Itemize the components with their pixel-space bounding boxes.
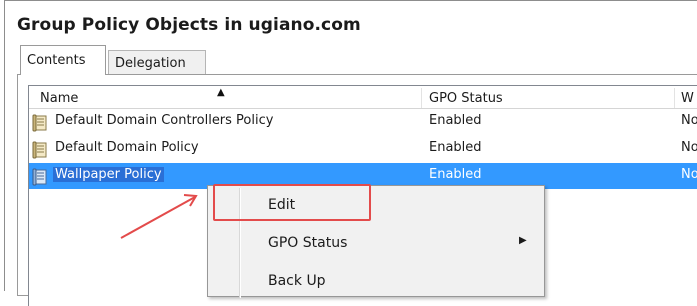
gpo-status: Enabled xyxy=(429,113,482,128)
context-menu: Edit GPO Status ▶ Back Up xyxy=(207,185,545,298)
column-divider[interactable] xyxy=(674,88,675,108)
gpo-status: Enabled xyxy=(429,140,482,155)
gpo-scroll-icon xyxy=(32,168,47,186)
list-header: Name ▲ GPO Status W xyxy=(29,86,697,109)
column-header-wmi[interactable]: W xyxy=(681,86,694,108)
gpo-status: Enabled xyxy=(429,167,482,182)
table-row[interactable]: Default Domain Policy Enabled No xyxy=(29,136,697,162)
gpo-name: Default Domain Controllers Policy xyxy=(55,113,274,128)
tab-contents[interactable]: Contents xyxy=(20,45,106,75)
submenu-arrow-icon: ▶ xyxy=(519,235,527,246)
menu-item-label: GPO Status xyxy=(268,235,348,251)
gpo-name: Default Domain Policy xyxy=(55,140,199,155)
column-header-name[interactable]: Name xyxy=(40,86,78,108)
gpo-scroll-icon xyxy=(32,114,47,132)
column-header-gpo-status[interactable]: GPO Status xyxy=(429,86,503,108)
gpo-wmi-filter: No xyxy=(681,113,697,128)
gpo-scroll-icon xyxy=(32,141,47,159)
menu-item-back-up[interactable]: Back Up xyxy=(210,264,540,296)
table-row[interactable]: Default Domain Controllers Policy Enable… xyxy=(29,109,697,135)
gpo-wmi-filter: No xyxy=(681,167,697,182)
column-divider[interactable] xyxy=(421,88,422,108)
menu-item-label: Back Up xyxy=(268,273,326,289)
sort-ascending-icon: ▲ xyxy=(217,87,225,98)
menu-item-gpo-status[interactable]: GPO Status ▶ xyxy=(210,226,540,258)
window-title: Group Policy Objects in ugiano.com xyxy=(17,15,361,35)
tab-delegation[interactable]: Delegation xyxy=(108,50,206,76)
gpo-wmi-filter: No xyxy=(681,140,697,155)
menu-item-label: Edit xyxy=(268,197,296,213)
gpo-name: Wallpaper Policy xyxy=(53,167,164,182)
menu-item-edit[interactable]: Edit xyxy=(210,188,540,220)
